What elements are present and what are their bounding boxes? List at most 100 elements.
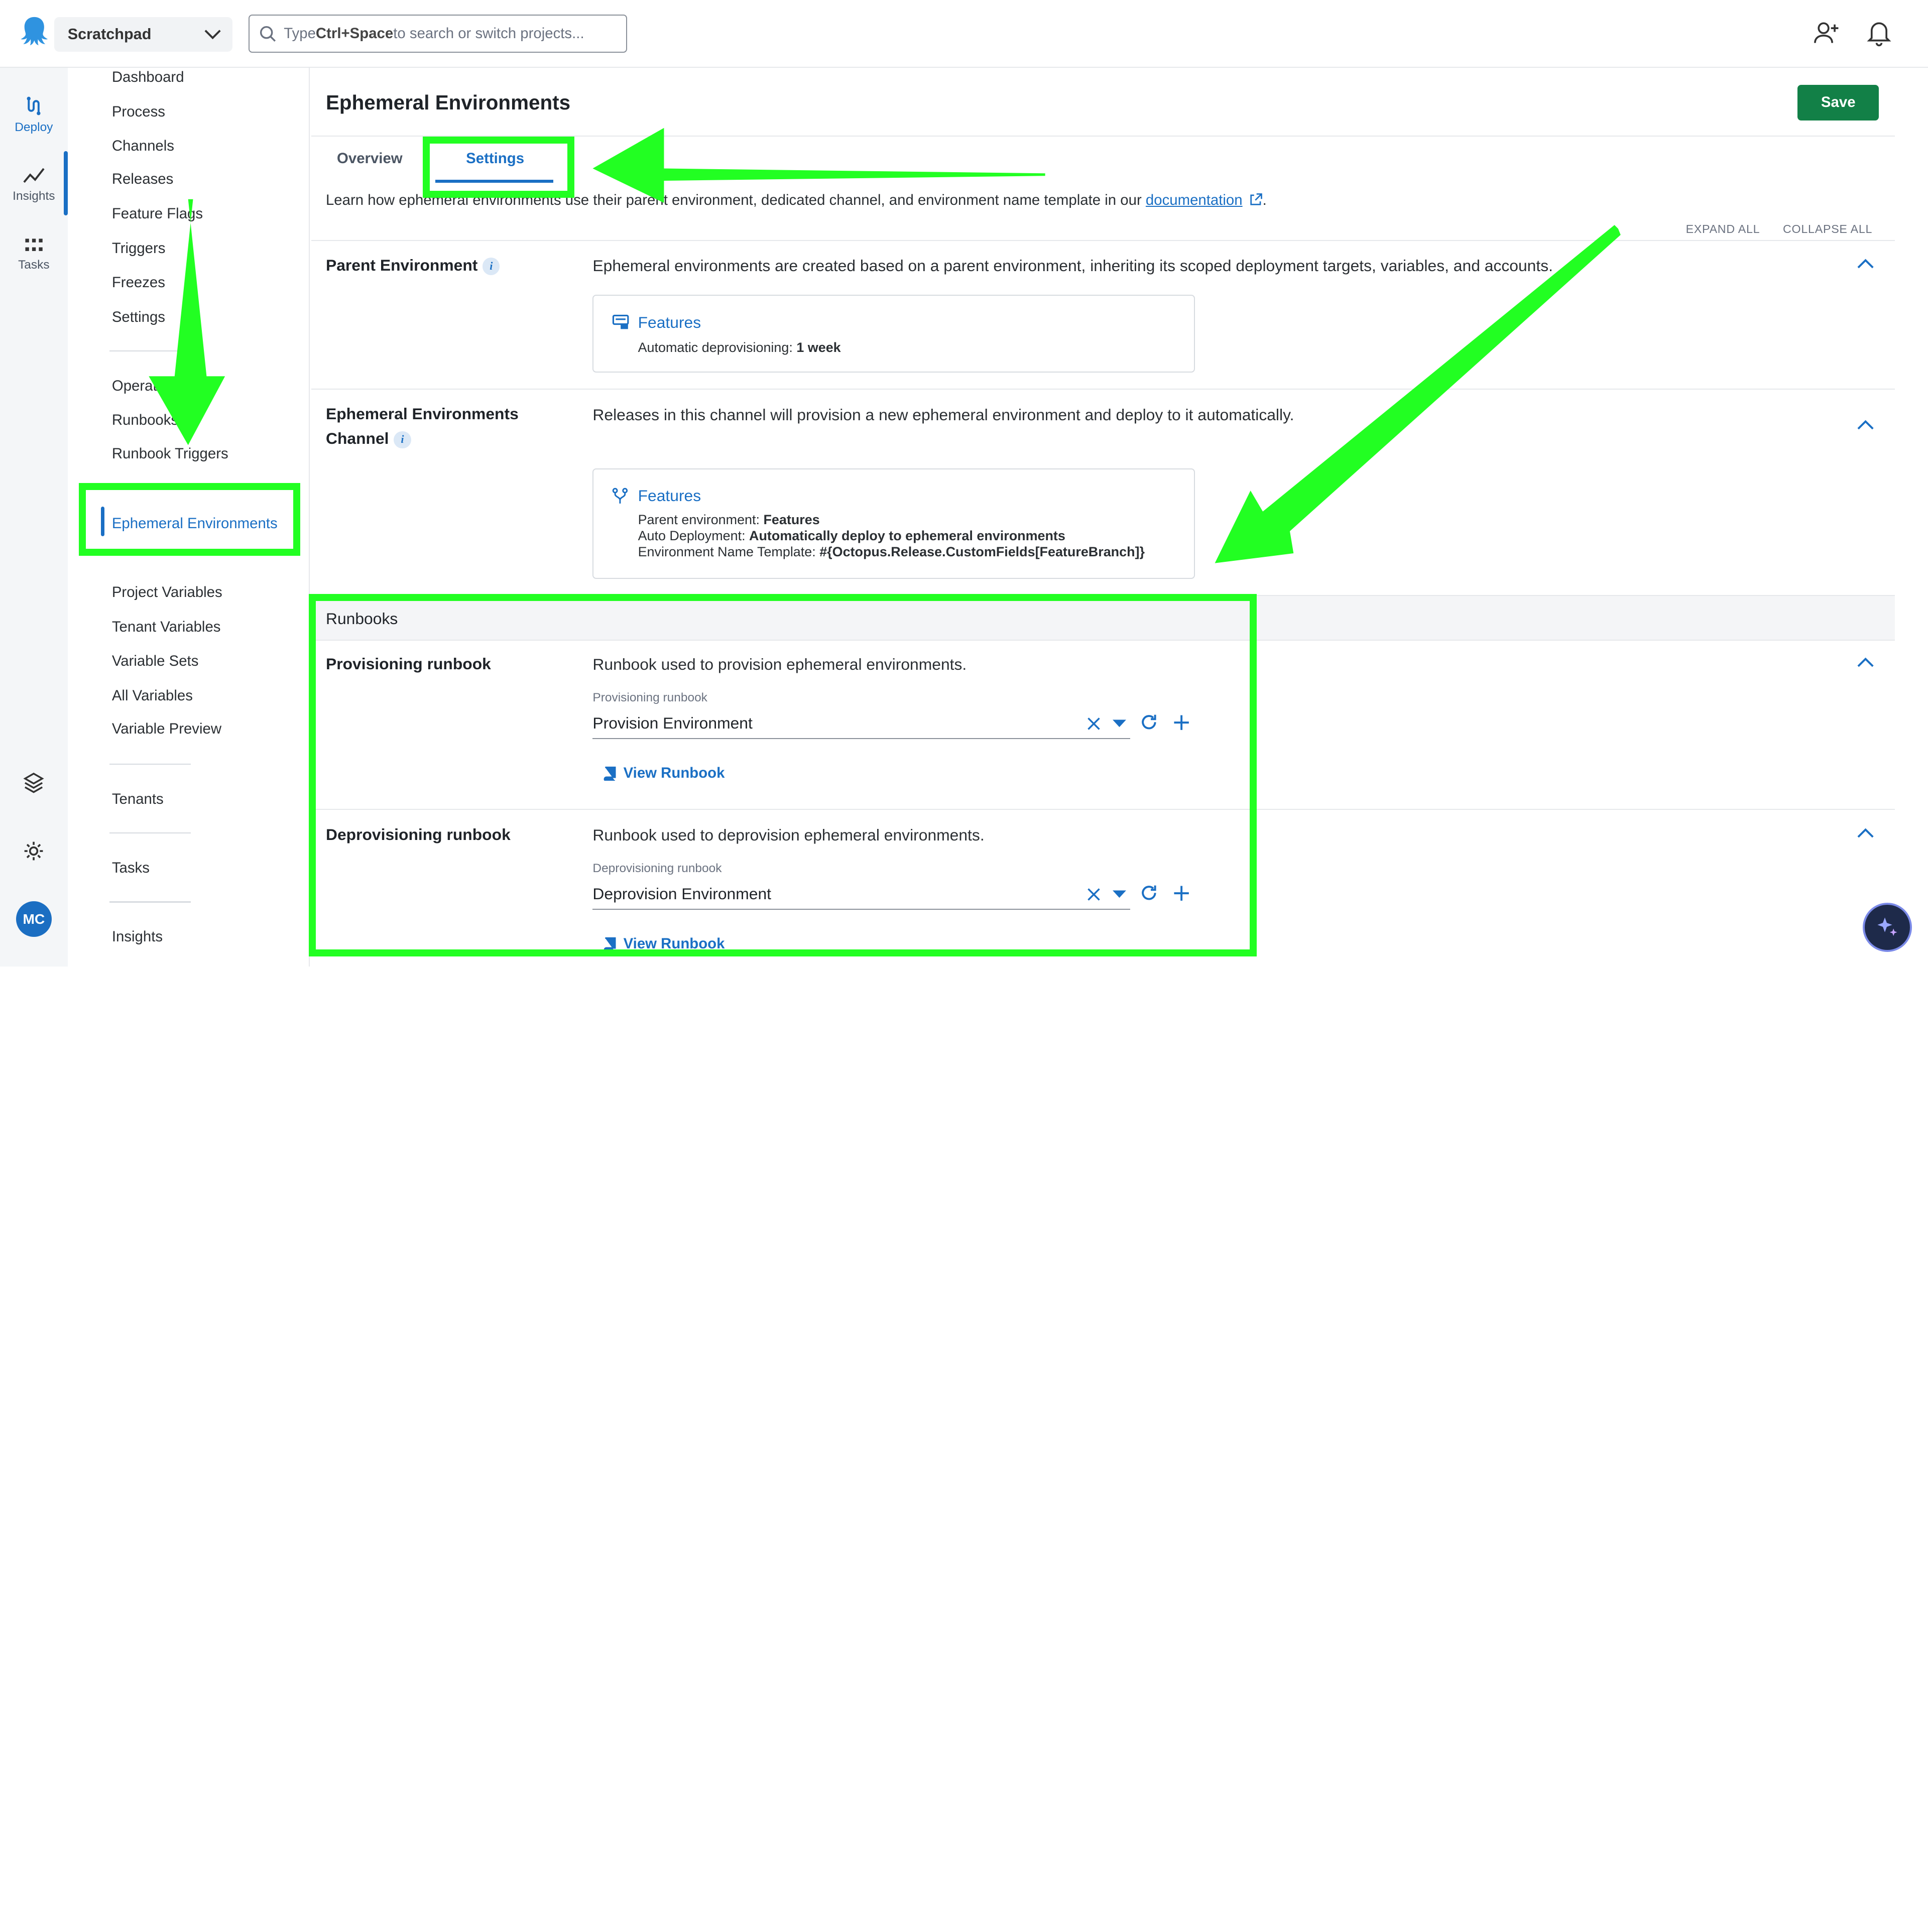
sidebar-item-freezes[interactable]: Freezes [112,274,165,291]
sidebar-item-channels[interactable]: Channels [112,138,174,155]
channel-card[interactable]: Features Parent environment: Features Au… [592,468,1195,579]
info-icon[interactable]: i [394,431,411,449]
collapse-all-button[interactable]: COLLAPSE ALL [1783,222,1872,236]
search-input[interactable]: Type Ctrl+Space to search or switch proj… [248,15,627,53]
rail-item-tasks[interactable]: Tasks [0,237,68,273]
search-icon [260,26,276,42]
sidebar-item-triggers[interactable]: Triggers [112,240,166,257]
info-icon[interactable]: i [483,258,500,275]
deprovisioning-actions [1140,884,1190,902]
sidebar-item-process[interactable]: Process [112,103,165,120]
sidebar-item-runbooks[interactable]: Runbooks [112,412,178,429]
provisioning-runbook-select[interactable] [592,708,1130,739]
parent-environment-label: Parent Environment i [326,253,500,278]
sidebar-item-operations[interactable]: Operations [112,378,184,395]
sidebar-item-releases[interactable]: Releases [112,171,173,188]
provisioning-field-label: Provisioning runbook [592,691,707,705]
sidebar-item-ephemeral-environments[interactable]: Ephemeral Environments [112,515,278,532]
rail-item-settings[interactable] [0,840,68,866]
avatar[interactable]: MC [16,901,52,937]
name-template-line: Environment Name Template: #{Octopus.Rel… [638,544,1145,560]
tasks-icon [25,238,43,251]
nav-divider [109,901,191,903]
auto-deployment-value: Automatically deploy to ephemeral enviro… [749,528,1065,544]
rail-item-deploy[interactable]: Deploy [0,95,68,135]
tab-settings[interactable]: Settings [466,150,524,167]
chevron-up-icon[interactable] [1856,257,1875,271]
deprovisioning-runbook-select[interactable] [592,879,1130,910]
add-icon[interactable] [1173,885,1190,902]
tab-overview[interactable]: Overview [337,150,403,167]
rail-label-deploy: Deploy [15,120,53,134]
view-runbook-text: View Runbook [623,765,725,782]
sidebar-item-dashboard[interactable]: Dashboard [112,69,184,86]
add-user-icon[interactable] [1813,20,1840,47]
page-header: Ephemeral Environments Save [311,68,1895,137]
sidebar-item-tasks[interactable]: Tasks [112,860,150,877]
sidebar-item-tenants[interactable]: Tenants [112,791,164,808]
deprovisioning-section: Deprovisioning runbook Runbook used to d… [311,809,1895,966]
view-deprovisioning-runbook-link[interactable]: View Runbook [601,935,725,952]
rail-item-insights[interactable]: Insights [0,166,68,204]
auto-deployment-line: Auto Deployment: Automatically deploy to… [638,528,1065,544]
dropdown-arrow-icon[interactable] [1113,889,1127,899]
expand-all-button[interactable]: EXPAND ALL [1686,222,1760,236]
channel-card-title[interactable]: Features [638,487,701,505]
dropdown-arrow-icon[interactable] [1113,718,1127,729]
rail-label-tasks: Tasks [18,258,50,272]
add-icon[interactable] [1173,714,1190,731]
deploy-icon [27,96,41,115]
top-bar: Scratchpad Type Ctrl+Space to search or … [0,0,1928,68]
parent-environment-card[interactable]: Features Automatic deprovisioning: 1 wee… [592,295,1195,373]
clear-icon[interactable] [1087,717,1101,731]
rail-item-layers[interactable] [0,771,68,797]
nav-divider [109,832,191,834]
chevron-up-icon[interactable] [1856,655,1875,670]
sidebar-item-runbook-triggers[interactable]: Runbook Triggers [112,445,228,462]
bell-icon[interactable] [1867,20,1891,47]
channel-label-line1: Ephemeral Environments [325,405,519,423]
channel-label: Ephemeral Environments Channel i [326,402,519,451]
sidebar-item-all-variables[interactable]: All Variables [112,687,193,704]
nav-divider [109,763,191,765]
chevron-up-icon[interactable] [1856,826,1875,840]
nav-divider [109,350,191,352]
refresh-icon[interactable] [1140,884,1158,902]
channel-section: Ephemeral Environments Channel i Releases … [311,388,1895,595]
runbooks-header-text: Runbooks [325,610,398,628]
intro-text-pre: Learn how ephemeral environments use the… [325,192,1146,209]
refresh-icon[interactable] [1140,713,1158,732]
auto-deployment-label: Auto Deployment: [638,528,750,544]
runbooks-header: Runbooks [311,595,1895,641]
chevron-up-icon[interactable] [1856,418,1875,432]
runbook-icon [604,937,616,951]
sidebar-item-variable-sets[interactable]: Variable Sets [112,653,199,670]
sidebar-item-tenant-variables[interactable]: Tenant Variables [112,619,221,636]
sparkle-icon [1877,917,1897,936]
auto-deprovisioning-line: Automatic deprovisioning: 1 week [638,340,841,355]
channel-label-line2: Channel [325,429,389,448]
left-rail: Deploy Insights Tasks [0,67,68,967]
page: Scratchpad Type Ctrl+Space to search or … [0,0,1928,967]
parent-environment-card-title[interactable]: Features [638,313,701,332]
parent-environment-desc: Ephemeral environments are created based… [592,257,1553,275]
sidebar-item-insights[interactable]: Insights [112,928,163,945]
sidebar-item-feature-flags[interactable]: Feature Flags [112,205,203,222]
save-button[interactable]: Save [1797,84,1879,120]
chevron-down-icon [204,30,221,40]
project-switcher[interactable]: Scratchpad [54,17,232,52]
rail-label-insights: Insights [13,189,55,203]
name-template-value: #{Octopus.Release.CustomFields[FeatureBr… [819,544,1145,559]
octopus-logo-icon[interactable] [17,15,52,49]
ai-assistant-button[interactable] [1863,902,1912,952]
sidebar-item-settings[interactable]: Settings [112,309,165,326]
view-provisioning-runbook-link[interactable]: View Runbook [601,765,725,782]
provisioning-section: Provisioning runbook Runbook used to pro… [311,639,1895,809]
clear-icon[interactable] [1087,888,1101,901]
documentation-link[interactable]: documentation [1146,192,1243,208]
intro-text-post: . [1262,192,1267,209]
sidebar-item-variable-preview[interactable]: Variable Preview [112,720,221,738]
name-template-label: Environment Name Template: [638,544,820,559]
main-content: Ephemeral Environments Save Overview Set… [311,67,1928,967]
sidebar-item-project-variables[interactable]: Project Variables [112,584,222,601]
